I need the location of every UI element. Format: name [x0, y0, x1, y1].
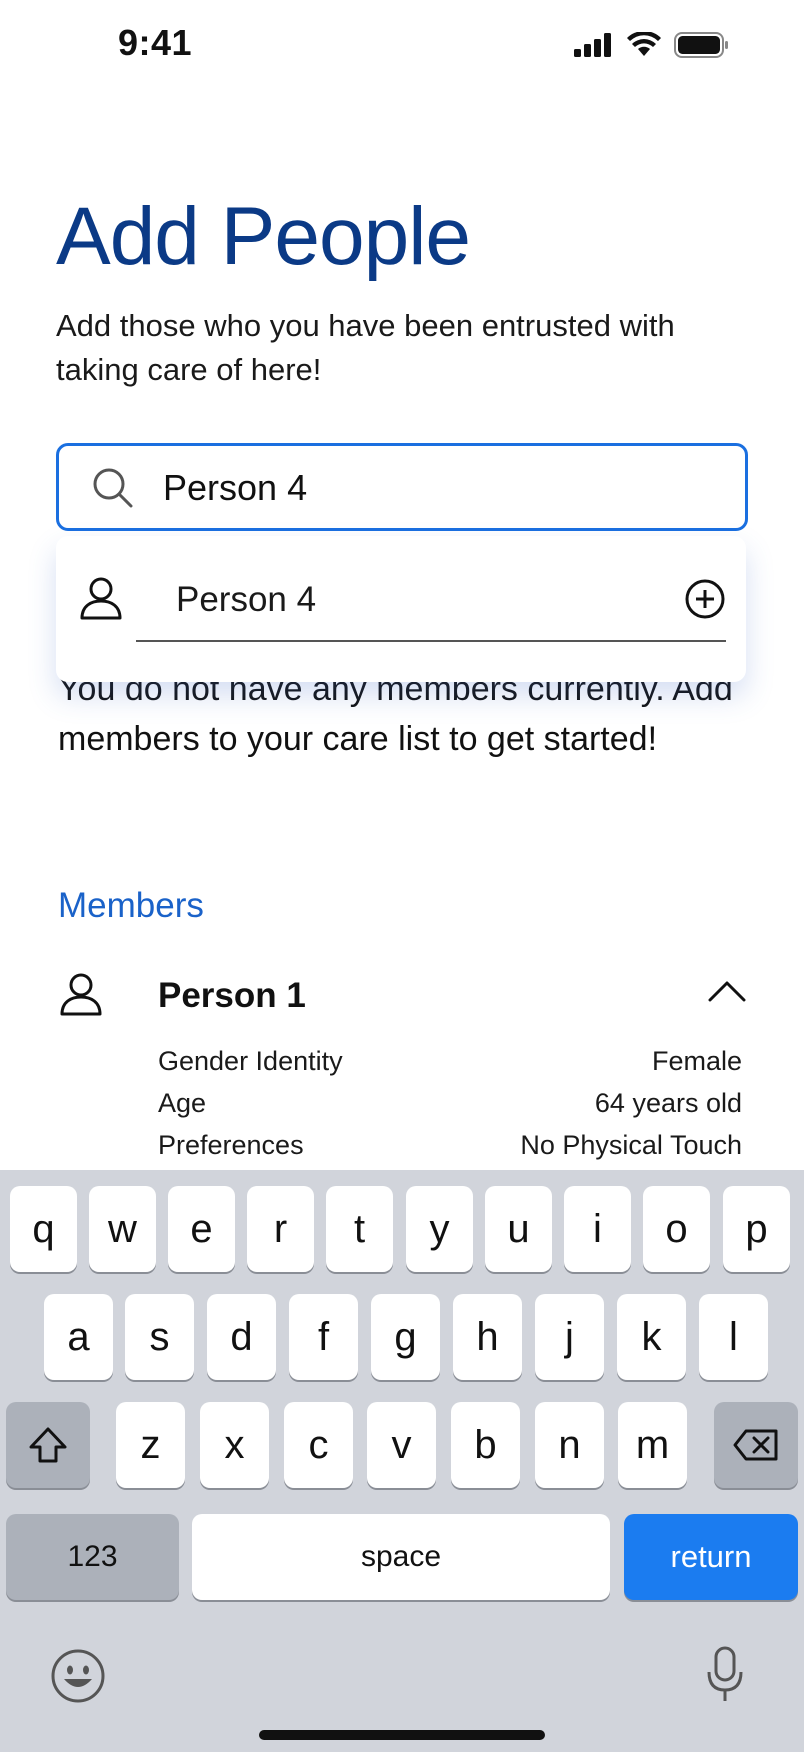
backspace-key[interactable] — [714, 1402, 798, 1488]
suggestion-divider — [136, 640, 726, 642]
key-x[interactable]: x — [200, 1402, 269, 1488]
key-n[interactable]: n — [535, 1402, 604, 1488]
add-circle-icon[interactable] — [684, 578, 726, 620]
detail-value: Female — [651, 1046, 742, 1076]
numbers-key[interactable]: 123 — [6, 1514, 179, 1600]
key-h[interactable]: h — [453, 1294, 522, 1380]
members-heading: Members — [58, 886, 204, 925]
return-key[interactable]: return — [624, 1514, 798, 1600]
key-m[interactable]: m — [618, 1402, 687, 1488]
search-input[interactable] — [163, 466, 723, 510]
key-k[interactable]: k — [617, 1294, 686, 1380]
detail-label: Age — [158, 1088, 207, 1118]
chevron-up-icon[interactable] — [708, 980, 746, 1002]
key-q[interactable]: q — [10, 1186, 77, 1272]
key-a[interactable]: a — [44, 1294, 113, 1380]
emoji-icon[interactable] — [50, 1648, 106, 1704]
key-z[interactable]: z — [116, 1402, 185, 1488]
member-detail-row: Gender Identity Female — [158, 1046, 742, 1077]
detail-value: 64 years old — [594, 1088, 742, 1118]
key-b[interactable]: b — [451, 1402, 520, 1488]
key-p[interactable]: p — [723, 1186, 790, 1272]
shift-key[interactable] — [6, 1402, 90, 1488]
battery-icon — [674, 32, 728, 58]
search-icon — [93, 468, 133, 508]
key-l[interactable]: l — [699, 1294, 768, 1380]
wifi-icon — [627, 32, 661, 56]
keyboard: q w e r t y u i o p a s d f g h j k l z … — [0, 1170, 804, 1752]
page-subtitle: Add those who you have been entrusted wi… — [56, 308, 675, 387]
microphone-icon[interactable] — [706, 1646, 744, 1704]
search-box[interactable] — [56, 443, 748, 531]
status-time: 9:41 — [118, 22, 193, 63]
key-e[interactable]: e — [168, 1186, 235, 1272]
key-g[interactable]: g — [371, 1294, 440, 1380]
key-s[interactable]: s — [125, 1294, 194, 1380]
key-j[interactable]: j — [535, 1294, 604, 1380]
key-u[interactable]: u — [485, 1186, 552, 1272]
key-r[interactable]: r — [247, 1186, 314, 1272]
search-suggestion-dropdown: Person 4 — [56, 536, 746, 682]
key-t[interactable]: t — [326, 1186, 393, 1272]
backspace-icon — [733, 1429, 778, 1461]
member-detail-row: Preferences No Physical Touch — [158, 1130, 742, 1161]
person-icon — [80, 577, 122, 620]
person-icon — [60, 973, 102, 1016]
key-d[interactable]: d — [207, 1294, 276, 1380]
page-title: Add People — [56, 191, 471, 282]
key-v[interactable]: v — [367, 1402, 436, 1488]
detail-value: No Physical Touch — [520, 1130, 742, 1160]
detail-label: Preferences — [158, 1130, 304, 1160]
suggestion-name[interactable]: Person 4 — [176, 580, 316, 620]
home-indicator — [259, 1730, 545, 1740]
key-i[interactable]: i — [564, 1186, 631, 1272]
shift-icon — [29, 1427, 67, 1463]
signal-icon — [574, 33, 611, 57]
status-icons — [574, 32, 730, 58]
key-c[interactable]: c — [284, 1402, 353, 1488]
key-o[interactable]: o — [643, 1186, 710, 1272]
detail-label: Gender Identity — [158, 1046, 343, 1076]
key-y[interactable]: y — [406, 1186, 473, 1272]
space-key[interactable]: space — [192, 1514, 610, 1600]
key-f[interactable]: f — [289, 1294, 358, 1380]
member-detail-row: Age 64 years old — [158, 1088, 742, 1119]
key-w[interactable]: w — [89, 1186, 156, 1272]
member-name[interactable]: Person 1 — [158, 976, 306, 1016]
